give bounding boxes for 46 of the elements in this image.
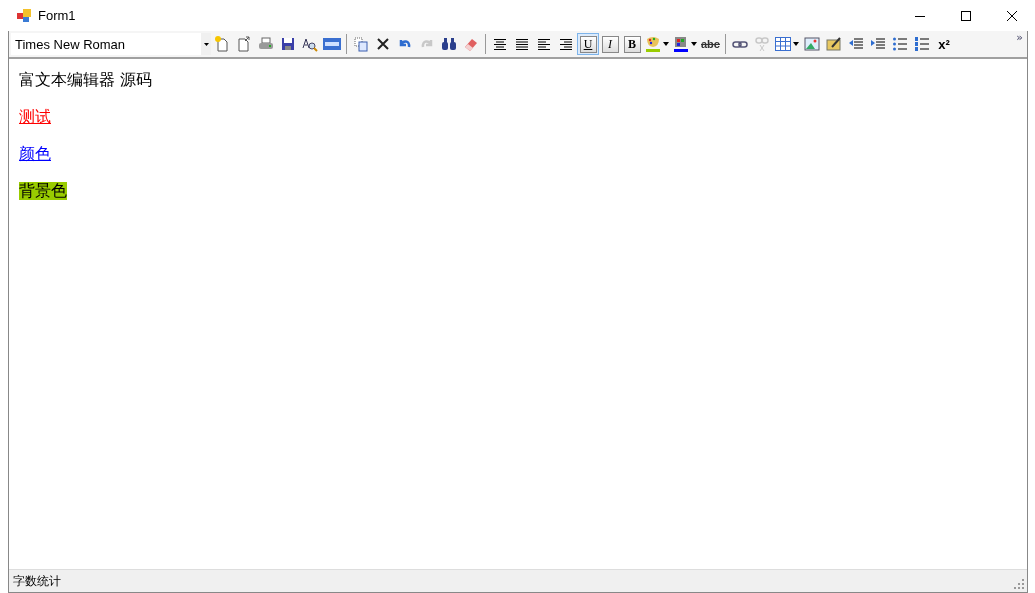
paragraph-text: 富文本编辑器 源码 xyxy=(19,71,153,89)
print-icon xyxy=(258,36,274,52)
link-text: 测试 xyxy=(19,108,51,126)
font-dropdown[interactable]: Times New Roman xyxy=(11,33,211,55)
maximize-icon xyxy=(961,10,971,21)
underline-button[interactable]: U xyxy=(577,33,599,55)
delete-icon xyxy=(375,36,391,52)
bold-button[interactable]: B xyxy=(621,33,643,55)
binoculars-icon xyxy=(441,36,457,52)
caret-icon xyxy=(663,42,669,46)
align-left-icon xyxy=(537,37,551,51)
palette-icon xyxy=(645,36,661,52)
status-text: 字数统计 xyxy=(13,572,62,590)
copy-icon xyxy=(353,36,369,52)
magnifier-letter-icon xyxy=(302,36,318,52)
strikethrough-button[interactable]: abc xyxy=(699,33,722,55)
align-right-icon xyxy=(559,37,573,51)
caret-icon xyxy=(203,42,209,46)
align-center-icon xyxy=(493,37,507,51)
editor-area[interactable]: 富文本编辑器 源码 测试 颜色 背景色 xyxy=(9,59,1027,569)
new-document-icon xyxy=(214,36,230,52)
bulleted-list-icon xyxy=(891,36,908,52)
window-title: Form1 xyxy=(38,8,77,23)
color-grid-icon xyxy=(673,36,689,52)
document-arrow-icon xyxy=(236,36,252,52)
toolbar-overflow-button[interactable]: » xyxy=(1016,31,1023,44)
paragraph-text: 背景色 xyxy=(19,182,67,200)
italic-button[interactable]: I xyxy=(599,33,621,55)
image-icon xyxy=(803,36,820,52)
pencil-note-icon xyxy=(825,36,842,52)
caret-icon xyxy=(691,42,697,46)
save-icon xyxy=(280,36,296,52)
html-badge-icon xyxy=(323,38,341,50)
outdent-icon xyxy=(847,36,864,52)
unlink-icon xyxy=(753,36,770,52)
eraser-icon xyxy=(463,36,479,52)
resize-grip-icon xyxy=(1014,579,1024,589)
indent-icon xyxy=(869,36,886,52)
align-justify-icon xyxy=(515,37,529,51)
table-icon xyxy=(774,37,791,51)
link-text: 颜色 xyxy=(19,145,51,163)
superscript-button[interactable]: x² xyxy=(932,33,955,55)
numbered-list-icon xyxy=(913,36,930,52)
app-icon xyxy=(17,8,31,23)
caret-icon xyxy=(792,42,799,46)
close-icon xyxy=(1007,10,1017,21)
